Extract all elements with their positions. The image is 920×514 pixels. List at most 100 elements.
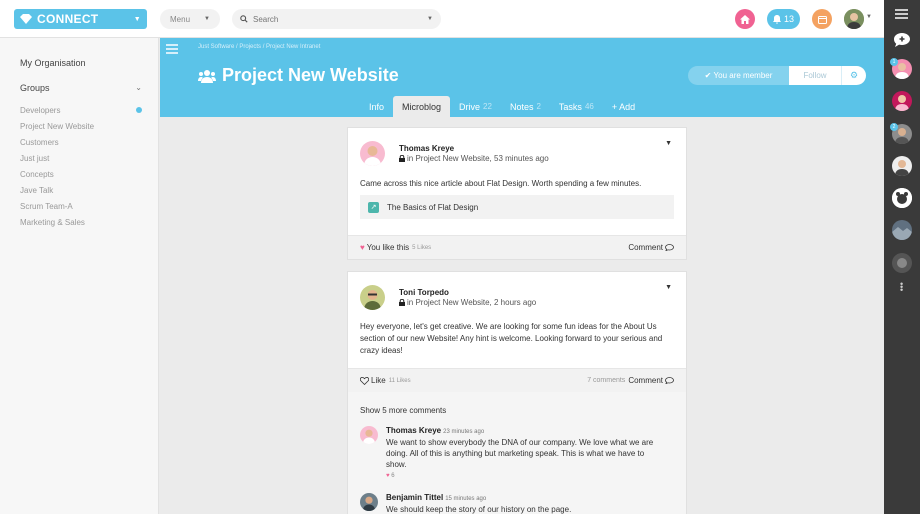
- group-label: Project New Website: [20, 121, 95, 131]
- lock-icon: [399, 299, 405, 306]
- comment: Thomas Kreye 23 minutes ago We want to sh…: [360, 426, 674, 481]
- hamburger-menu-icon[interactable]: [166, 44, 178, 54]
- bell-icon: [772, 14, 781, 24]
- heart-icon[interactable]: ♥: [360, 243, 365, 252]
- tab-tasks[interactable]: Tasks 46: [550, 96, 603, 117]
- tab-label: + Add: [611, 101, 636, 112]
- like-label[interactable]: Like: [371, 376, 386, 385]
- sidebar-item-marketing-sales[interactable]: Marketing & Sales: [20, 214, 142, 230]
- tab-info[interactable]: Info: [360, 96, 393, 117]
- menu-dropdown[interactable]: Menu ▼: [160, 9, 220, 29]
- user-avatar[interactable]: [844, 9, 864, 29]
- avatar-image: [892, 91, 912, 111]
- sidebar-item-jave-talk[interactable]: Jave Talk: [20, 182, 142, 198]
- comment-button[interactable]: Comment: [628, 243, 674, 252]
- membership-controls: ✔ You are member Follow ⚙: [688, 66, 866, 85]
- post-options-caret-icon[interactable]: ▼: [665, 284, 672, 291]
- calendar-button[interactable]: [812, 9, 832, 29]
- speech-bubble-icon: [665, 377, 674, 384]
- follow-button[interactable]: Follow: [789, 66, 841, 85]
- avatar-image: [360, 141, 385, 166]
- post-author[interactable]: Thomas Kreye: [399, 144, 454, 153]
- tab-microblog[interactable]: Microblog: [393, 96, 451, 117]
- avatar-image: [360, 426, 378, 444]
- chat-bubble-icon: [894, 33, 910, 47]
- sidebar-item-scrum-team-a[interactable]: Scrum Team-A: [20, 198, 142, 214]
- post-author[interactable]: Toni Torpedo: [399, 288, 449, 297]
- sidebar-item-concepts[interactable]: Concepts: [20, 166, 142, 182]
- project-title-text: Project New Website: [222, 65, 399, 85]
- commenter-avatar[interactable]: [360, 493, 378, 511]
- comment-label: Comment: [628, 243, 663, 252]
- organisation-link[interactable]: My Organisation: [20, 58, 86, 68]
- like-count[interactable]: 11 Likes: [389, 378, 411, 384]
- commenter-avatar[interactable]: [360, 426, 378, 444]
- avatar-image: [892, 253, 912, 273]
- rail-group-avatar[interactable]: [892, 220, 912, 240]
- author-avatar[interactable]: [360, 141, 385, 166]
- chevron-down-icon: ▼: [204, 16, 210, 22]
- member-label: You are member: [713, 71, 773, 80]
- right-rail: 1 2 • • •: [884, 0, 920, 514]
- tab-label: Microblog: [402, 101, 442, 112]
- app-switcher[interactable]: CONNECT ▼: [14, 9, 147, 29]
- sidebar-item-project-new-website[interactable]: Project New Website: [20, 118, 142, 134]
- tab-add[interactable]: + Add: [603, 96, 644, 117]
- tab-notes[interactable]: Notes 2: [501, 96, 550, 117]
- home-button[interactable]: [735, 9, 755, 29]
- settings-button[interactable]: ⚙: [841, 66, 866, 85]
- chevron-down-icon: ⌄: [135, 83, 142, 92]
- search-icon: [240, 15, 248, 23]
- check-icon: ✔: [704, 71, 714, 80]
- chevron-down-icon: ▼: [133, 15, 141, 23]
- more-options-icon[interactable]: • • •: [900, 280, 903, 295]
- member-status[interactable]: ✔ You are member: [688, 66, 789, 85]
- rail-bot[interactable]: [892, 188, 912, 208]
- rail-contact-avatar[interactable]: [892, 91, 912, 111]
- comment-author[interactable]: Thomas Kreye: [386, 426, 441, 435]
- rail-contact-avatar[interactable]: [892, 156, 912, 176]
- heart-icon: ♥: [386, 473, 390, 479]
- rail-group-avatar[interactable]: [892, 253, 912, 273]
- heart-outline-icon[interactable]: [360, 376, 369, 385]
- comment-header: Benjamin Tittel 15 minutes ago: [386, 493, 486, 502]
- search-box: ▼: [232, 9, 441, 29]
- chevron-down-icon[interactable]: ▼: [866, 14, 872, 20]
- sidebar-item-just-just[interactable]: Just just: [20, 150, 142, 166]
- author-avatar[interactable]: [360, 285, 385, 310]
- comments-section: Show 5 more comments Thomas Kreye 23 minu…: [348, 392, 686, 514]
- comment-button[interactable]: 7 comments Comment: [584, 376, 674, 385]
- sidebar-item-customers[interactable]: Customers: [20, 134, 142, 150]
- menu-label: Menu: [170, 14, 191, 24]
- top-bar: CONNECT ▼ Menu ▼ ▼ 13 ▼: [0, 0, 884, 38]
- hamburger-menu-icon[interactable]: [895, 9, 908, 21]
- show-more-comments-link[interactable]: Show 5 more comments: [360, 406, 446, 415]
- comment-author[interactable]: Benjamin Tittel: [386, 493, 443, 502]
- tab-count: 2: [536, 102, 541, 111]
- tab-drive[interactable]: Drive 22: [450, 96, 501, 117]
- new-chat-icon[interactable]: [893, 32, 911, 50]
- group-label: Just just: [20, 153, 50, 163]
- like-label[interactable]: You like this: [367, 243, 409, 252]
- post-card: Thomas Kreye in Project New Website, 53 …: [347, 127, 687, 260]
- like-count[interactable]: 5 Likes: [412, 245, 431, 251]
- tab-label: Info: [369, 101, 385, 112]
- avatar-image: [360, 493, 378, 511]
- brand-name: CONNECT: [37, 12, 99, 26]
- notifications-button[interactable]: 13: [767, 9, 800, 29]
- search-input[interactable]: [253, 14, 413, 24]
- groups-section-header[interactable]: Groups ⌄: [20, 83, 142, 93]
- link-attachment[interactable]: ↗ The Basics of Flat Design: [360, 195, 674, 219]
- sidebar-item-developers[interactable]: Developers: [20, 102, 142, 118]
- comment-likes[interactable]: ♥ 6: [386, 473, 395, 479]
- comments-count[interactable]: 7 comments: [587, 377, 625, 384]
- left-sidebar: My Organisation Groups ⌄ Developers Proj…: [0, 38, 159, 514]
- group-label: Customers: [20, 137, 59, 147]
- speech-bubble-icon: [665, 244, 674, 251]
- search-options-chevron-icon[interactable]: ▼: [427, 16, 433, 22]
- post-options-caret-icon[interactable]: ▼: [665, 140, 672, 147]
- post-body: Hey everyone, let's get creative. We are…: [360, 322, 663, 355]
- comment-body: We should keep the story of our history …: [386, 505, 572, 514]
- calendar-icon: [817, 15, 827, 24]
- users-icon: [198, 69, 216, 83]
